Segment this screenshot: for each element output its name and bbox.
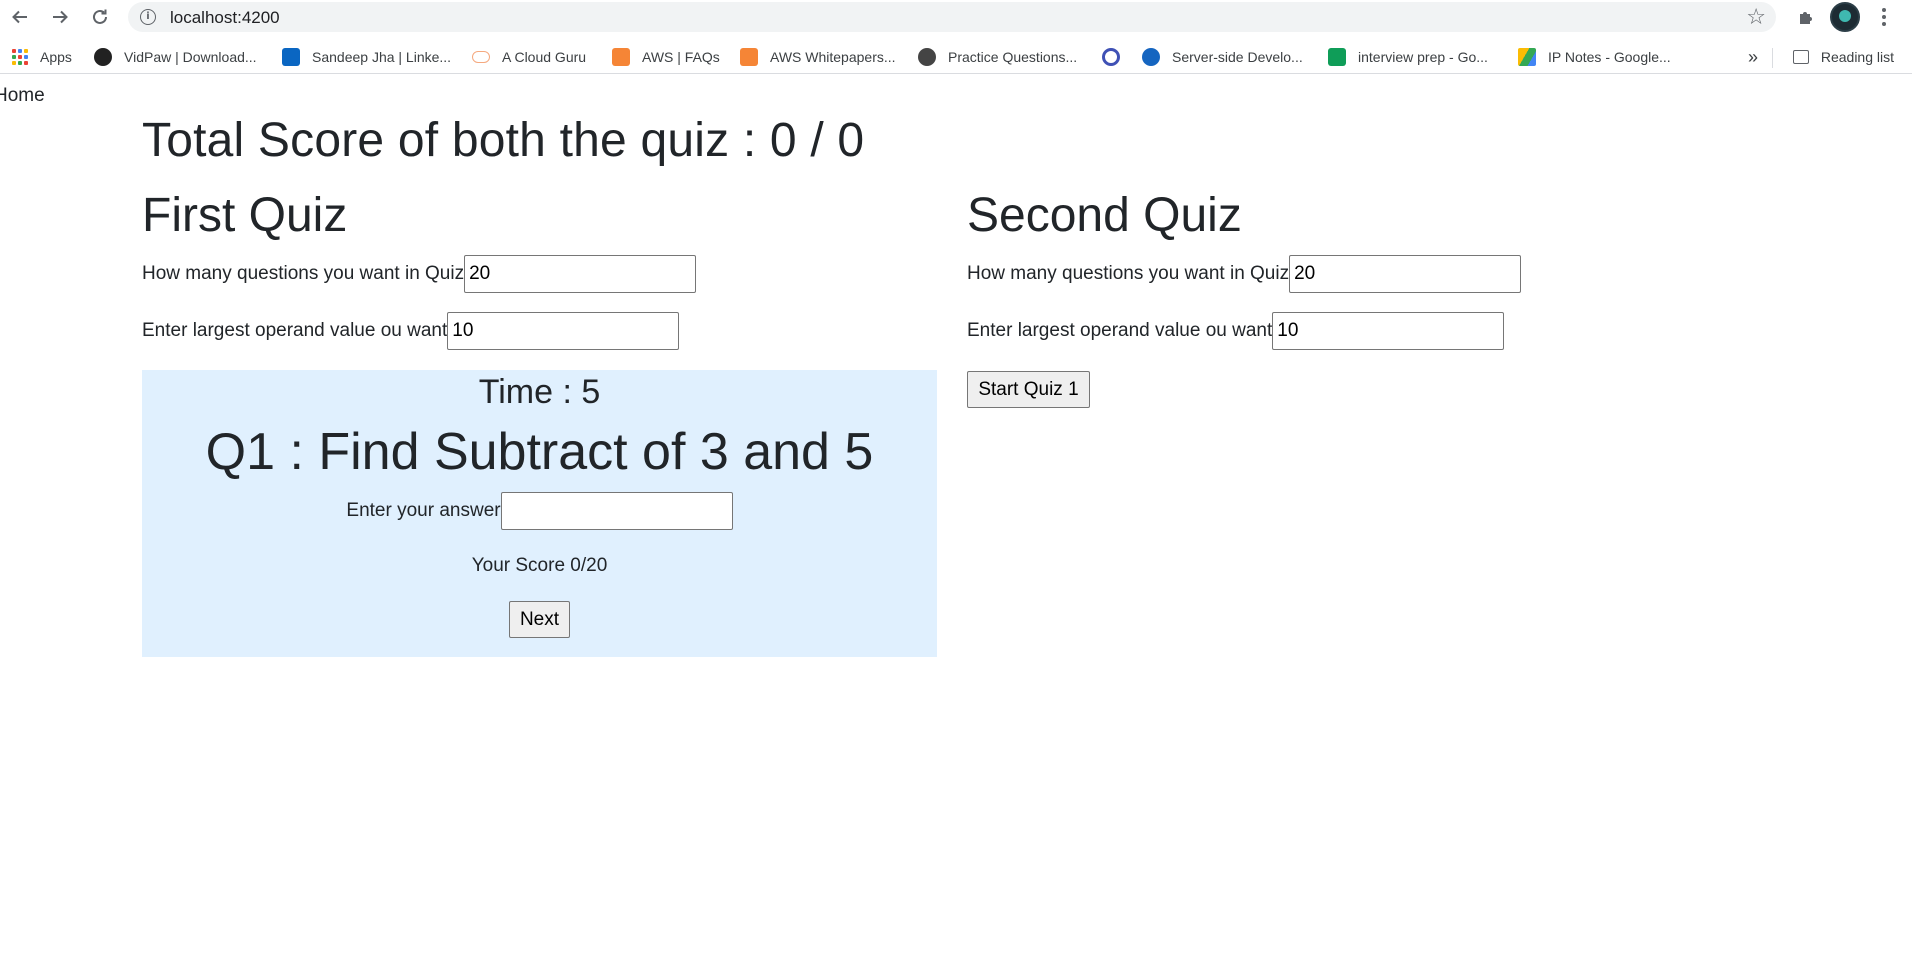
bookmark-label: Server-side Develo... [1172, 49, 1303, 65]
total-score-heading: Total Score of both the quiz : 0 / 0 [142, 114, 865, 167]
reading-list-button[interactable]: Reading list [1792, 46, 1894, 68]
largest-operand-input[interactable] [447, 312, 680, 350]
bookmark-label: A Cloud Guru [502, 49, 587, 65]
sheets-icon [1328, 48, 1346, 66]
linkedin-icon [282, 48, 300, 66]
questions-count-label: How many questions you want in Quiz [967, 263, 1290, 284]
bookmark-label: Sandeep Jha | Linke... [312, 49, 452, 65]
second-quiz-section: Second Quiz How many questions you want … [967, 185, 1762, 408]
largest-operand-row: Enter largest operand value ou want [142, 312, 937, 350]
first-quiz-section: First Quiz How many questions you want i… [142, 185, 937, 657]
cloud-icon [472, 51, 490, 63]
bookmark-label: IP Notes - Google... [1548, 49, 1671, 65]
back-arrow-icon[interactable] [6, 3, 34, 31]
score-text: Your Score 0/20 [471, 555, 608, 576]
bookmark-server-side[interactable]: Server-side Develo... [1142, 46, 1303, 68]
apps-grid-icon [12, 49, 28, 65]
bookmark-interview-prep[interactable]: interview prep - Go... [1328, 46, 1488, 68]
answer-row: Enter your answer [142, 492, 937, 530]
profile-avatar[interactable] [1830, 2, 1860, 32]
bookmark-label: Apps [40, 49, 72, 65]
bookmark-apps[interactable]: Apps [12, 46, 72, 68]
first-quiz-title: First Quiz [142, 189, 348, 242]
bookmark-label: AWS Whitepapers... [770, 49, 896, 65]
bookmark-label: VidPaw | Download... [124, 49, 257, 65]
address-bar[interactable]: i localhost:4200 ☆ [128, 2, 1776, 32]
bookmark-cloud-guru[interactable]: A Cloud Guru [472, 46, 586, 68]
timer-text: Time : 5 [478, 373, 601, 411]
forward-arrow-icon[interactable] [46, 3, 74, 31]
largest-operand-row: Enter largest operand value ou want [967, 312, 1762, 350]
question-text: Q1 : Find Subtract of 3 and 5 [205, 423, 874, 481]
questions-count-input[interactable] [1289, 255, 1522, 293]
second-quiz-title: Second Quiz [967, 189, 1242, 242]
start-quiz-button[interactable]: Start Quiz 1 [967, 371, 1090, 408]
q-icon [1102, 48, 1120, 66]
bookmark-label: AWS | FAQs [642, 49, 720, 65]
browser-toolbar: i localhost:4200 ☆ [0, 0, 1912, 34]
questions-count-label: How many questions you want in Quiz [142, 263, 465, 284]
questions-count-input[interactable] [464, 255, 697, 293]
bookmark-practice-questions[interactable]: Practice Questions... [918, 46, 1077, 68]
quiz-question-panel: Time : 5 Q1 : Find Subtract of 3 and 5 E… [142, 370, 937, 657]
largest-operand-label: Enter largest operand value ou want [967, 320, 1273, 341]
bookmark-q[interactable] [1102, 46, 1120, 68]
questions-count-row: How many questions you want in Quiz [142, 255, 937, 293]
aws-icon [612, 48, 630, 66]
bookmarks-divider [1772, 48, 1773, 68]
aws-icon [740, 48, 758, 66]
bookmark-label: interview prep - Go... [1358, 49, 1488, 65]
browser-menu-icon[interactable] [1872, 3, 1896, 31]
largest-operand-input[interactable] [1272, 312, 1505, 350]
largest-operand-label: Enter largest operand value ou want [142, 320, 448, 341]
bookmark-linkedin[interactable]: Sandeep Jha | Linke... [282, 46, 451, 68]
bookmark-vidpaw[interactable]: VidPaw | Download... [94, 46, 257, 68]
answer-label: Enter your answer [346, 500, 501, 521]
bookmarks-overflow-button[interactable]: » [1748, 46, 1758, 68]
questions-count-row: How many questions you want in Quiz [967, 255, 1762, 293]
extensions-puzzle-icon[interactable] [1794, 3, 1820, 31]
reading-list-icon [1792, 50, 1809, 64]
bookmark-ip-notes[interactable]: IP Notes - Google... [1518, 46, 1671, 68]
bookmark-star-icon[interactable]: ☆ [1746, 4, 1766, 30]
site-info-icon[interactable]: i [140, 9, 156, 25]
answer-input[interactable] [500, 492, 733, 530]
url-text: localhost:4200 [170, 8, 280, 27]
bookmarks-bar: Apps VidPaw | Download... Sandeep Jha | … [0, 40, 1912, 74]
page-content: Home Total Score of both the quiz : 0 / … [0, 75, 1912, 980]
practice-icon [918, 48, 936, 66]
c-icon [1142, 48, 1160, 66]
vidpaw-icon [94, 48, 112, 66]
drive-icon [1518, 48, 1536, 66]
reload-icon[interactable] [86, 3, 114, 31]
bookmark-aws-faqs[interactable]: AWS | FAQs [612, 46, 720, 68]
next-button[interactable]: Next [509, 601, 570, 638]
reading-list-label: Reading list [1820, 49, 1894, 65]
bookmark-label: Practice Questions... [948, 49, 1078, 65]
bookmark-aws-whitepapers[interactable]: AWS Whitepapers... [740, 46, 896, 68]
home-link[interactable]: Home [0, 85, 45, 107]
